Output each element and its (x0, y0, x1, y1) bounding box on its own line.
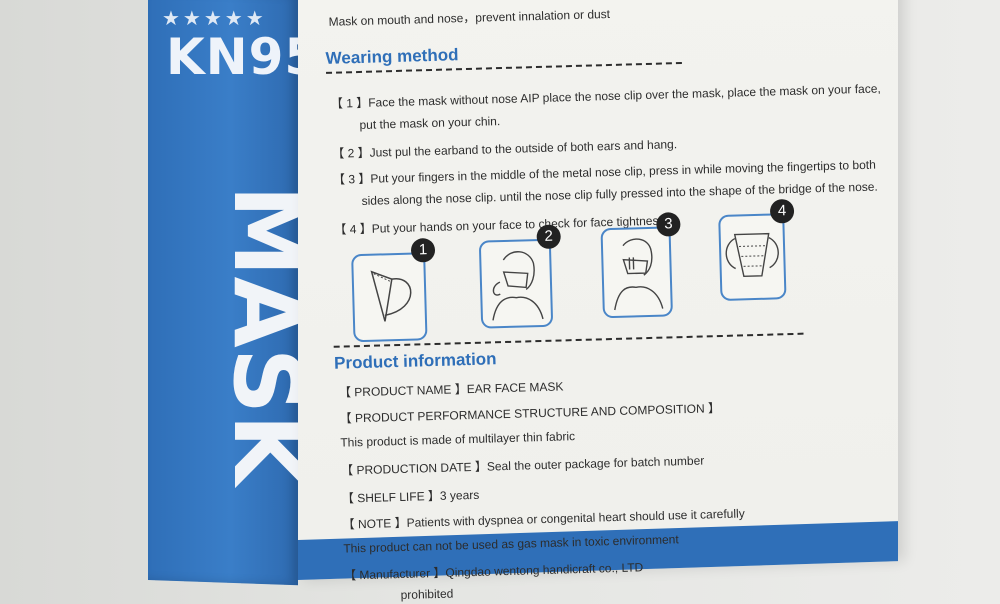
step-1-illustration: 1 (351, 237, 436, 343)
step-line-2: 【 2 】Just pul the earband to the outside… (332, 137, 678, 161)
manufacturer-line: 【 Manufacturer 】Qingdao wentong handicra… (343, 560, 644, 583)
product-name-line: 【 PRODUCT NAME 】EAR FACE MASK (338, 379, 564, 400)
usage-line: Mask on mouth and nose，prevent innalatio… (328, 6, 611, 29)
person-pressing-nose-clip-icon (614, 238, 664, 311)
person-wearing-mask-icon (492, 251, 544, 321)
step-3-illustration: 3 (600, 212, 681, 319)
step-badge-3: 3 (656, 212, 681, 237)
gas-mask-warning-line: This product can not be used as gas mask… (343, 532, 679, 556)
step-line-1b: put the mask on your chin. (359, 114, 501, 132)
note-line: 【 NOTE 】Patients with dyspnea or congeni… (342, 506, 745, 532)
product-fabric-line: This product is made of multilayer thin … (340, 429, 576, 450)
rating-stars: ★★★★★ (162, 6, 267, 30)
step-line-1: 【 1 】Face the mask without nose AIP plac… (330, 81, 881, 111)
mask-diagram-icon (725, 232, 779, 278)
step-badge-4: 4 (769, 198, 795, 224)
box-side-content: ★★★★★ KN95 MASK (148, 0, 320, 565)
step-badge-2: 2 (536, 224, 562, 250)
shelf-life-line: 【 SHELF LIFE 】3 years (341, 487, 480, 506)
folded-mask-icon (370, 270, 412, 322)
production-date-line: 【 PRODUCTION DATE 】Seal the outer packag… (340, 453, 705, 478)
box-front-content: Mask on mouth and nose，prevent innalatio… (322, 0, 881, 602)
step-4-illustration: 4 (718, 198, 795, 301)
step-badge-1: 1 (410, 237, 436, 263)
wearing-method-title: Wearing method (325, 45, 459, 68)
product-structure-line: 【 PRODUCT PERFORMANCE STRUCTURE AND COMP… (339, 401, 721, 426)
product-information-title: Product information (333, 349, 497, 373)
prohibited-line: prohibited (400, 586, 454, 603)
step-2-illustration: 2 (478, 224, 562, 329)
